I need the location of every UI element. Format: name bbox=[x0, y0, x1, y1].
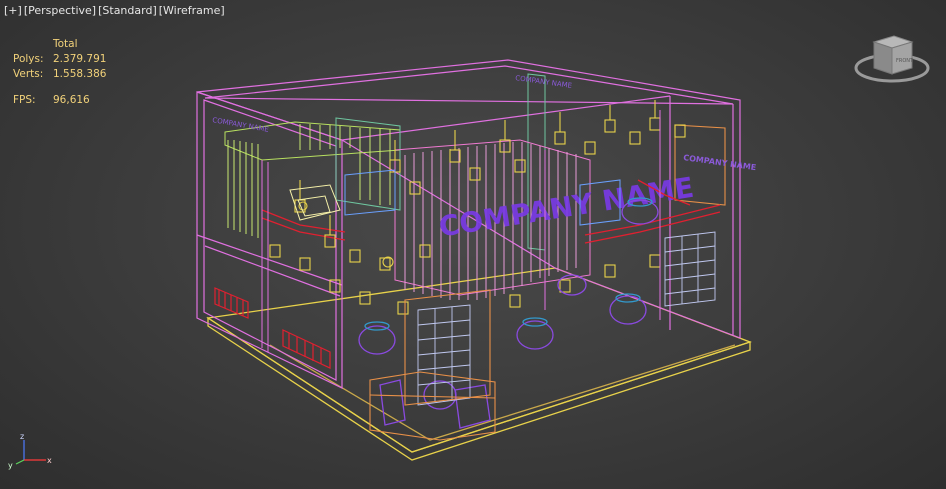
upper-sofa bbox=[289, 184, 341, 221]
y-axis-label: y bbox=[8, 461, 13, 470]
viewcube-widget[interactable]: FRONT bbox=[852, 30, 932, 90]
back-wall-sign-text: COMPANY NAME bbox=[515, 74, 573, 90]
x-axis-label: x bbox=[47, 456, 52, 465]
left-green-panel bbox=[224, 121, 401, 238]
z-axis-label: z bbox=[20, 432, 24, 441]
left-benches bbox=[214, 287, 331, 369]
right-sign-text: COMPANY NAME bbox=[683, 153, 757, 172]
wireframe-scene[interactable]: COMPANY NAME COMPANY NAME COMPANY NAME C… bbox=[0, 0, 946, 489]
y-axis-line bbox=[15, 459, 25, 465]
left-wall-sign-text: COMPANY NAME bbox=[212, 116, 270, 134]
axis-tripod: z x y bbox=[8, 432, 52, 470]
viewcube-face-label: FRONT bbox=[896, 58, 914, 64]
viewcube-left-face[interactable] bbox=[873, 41, 893, 75]
reception-counter bbox=[369, 289, 496, 441]
floor-slab bbox=[206, 267, 752, 461]
